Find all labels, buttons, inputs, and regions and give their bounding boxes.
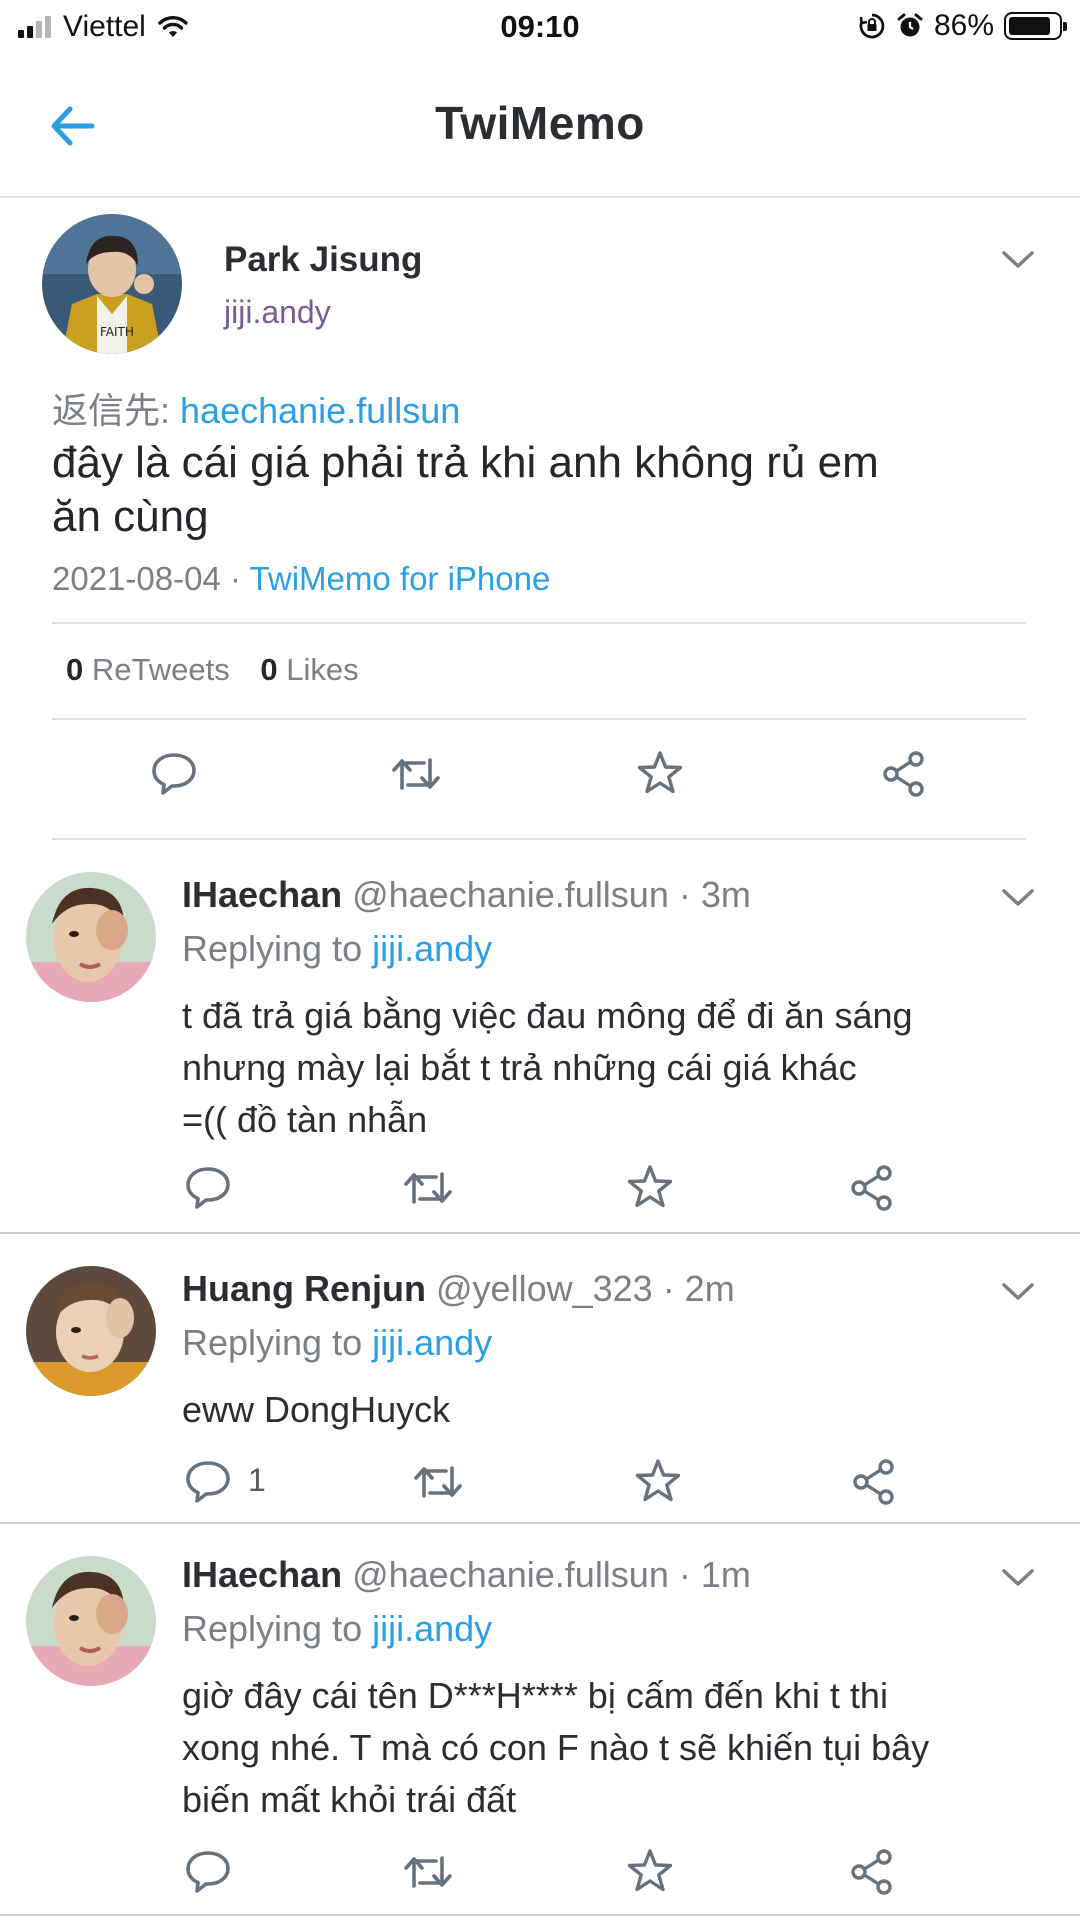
author-handle[interactable]: @haechanie.fullsun [352,874,669,915]
star-icon[interactable] [622,1160,678,1216]
replying-label: Replying to [182,1608,363,1649]
reply-text-line: biến mất khỏi trái đất [182,1779,517,1820]
navigation-bar: TwiMemo [0,56,1080,198]
divider [0,1232,1080,1234]
retweets-count: 0 [66,652,84,687]
author-name[interactable]: IHaechan [182,1554,342,1595]
replying-label: Replying to [182,1322,363,1363]
reply-icon[interactable] [180,1454,236,1510]
reply-text-line: =(( đồ tàn nhẫn [182,1099,428,1140]
reply-icon[interactable] [180,1844,236,1900]
divider [52,838,1026,840]
share-icon[interactable] [846,1454,902,1510]
timestamp: · 3m [678,874,751,915]
star-icon[interactable] [630,1454,686,1510]
retweets-label[interactable]: ReTweets [92,652,230,687]
reply-text-line: t đã trả giá bằng việc đau mông để đi ăn… [182,995,913,1036]
tweet-actions [0,746,1080,810]
reply-target-link[interactable]: haechanie.fullsun [180,390,460,431]
divider [52,718,1026,720]
avatar[interactable] [26,1556,156,1686]
reply-text-line: giờ đây cái tên D***H**** bị cấm đến khi… [182,1675,888,1716]
replying-to-link[interactable]: jiji.andy [372,1322,492,1363]
client-link[interactable]: TwiMemo for iPhone [250,560,551,597]
retweet-icon[interactable] [410,1454,466,1510]
reply-actions [0,1844,1080,1900]
avatar[interactable] [26,1266,156,1396]
chevron-down-icon[interactable] [1000,886,1036,910]
timestamp: · 2m [662,1268,735,1309]
divider [0,1522,1080,1524]
share-icon[interactable] [876,746,932,802]
share-icon[interactable] [844,1844,900,1900]
avatar[interactable] [26,872,156,1002]
reply-count: 1 [248,1462,266,1498]
tweet-text: đây là cái giá phải trả khi anh không rủ… [52,436,1032,544]
reply-icon[interactable] [146,746,202,802]
chevron-down-icon[interactable] [1000,1566,1036,1590]
reply-text: giờ đây cái tên D***H**** bị cấm đến khi… [182,1670,1042,1826]
page-title: TwiMemo [435,97,645,149]
retweet-icon[interactable] [400,1844,456,1900]
replying-to-link[interactable]: jiji.andy [372,928,492,969]
star-icon[interactable] [622,1844,678,1900]
rotation-lock-icon [859,13,885,39]
reply-text-line: eww DongHuyck [182,1389,451,1430]
status-bar: Viettel 09:10 86% [0,0,1080,56]
author-name[interactable]: Park Jisung [224,240,422,280]
reply-icon[interactable] [180,1160,236,1216]
chevron-down-icon[interactable] [1000,1280,1036,1304]
divider [52,622,1026,624]
tweet-text-line: ăn cùng [52,492,209,541]
battery-percentage: 86% [933,9,994,42]
tweet-stats: 0 ReTweets 0 Likes [66,652,359,688]
reply-actions: 1 [0,1454,1080,1510]
replying-label: Replying to [182,928,363,969]
reply-actions [0,1160,1080,1216]
reply-header: IHaechan @haechanie.fullsun · 1m [182,1554,751,1596]
divider [0,1914,1080,1916]
replying-to-link[interactable]: jiji.andy [372,1608,492,1649]
reply-target-line: 返信先: haechanie.fullsun [52,382,460,434]
likes-count: 0 [260,652,278,687]
likes-label[interactable]: Likes [286,652,358,687]
tweet-meta: 2021-08-04 · TwiMemo for iPhone [52,560,550,598]
author-name[interactable]: IHaechan [182,874,342,915]
reply-prefix: 返信先: [52,390,171,431]
reply-header: IHaechan @haechanie.fullsun · 3m [182,874,751,916]
meta-separator: · [220,560,250,597]
retweet-icon[interactable] [388,746,444,802]
author-name[interactable]: Huang Renjun [182,1268,426,1309]
author-handle[interactable]: @haechanie.fullsun [352,1554,669,1595]
battery-icon [1004,12,1067,40]
chevron-down-icon[interactable] [1000,248,1036,272]
replying-to-line: Replying to jiji.andy [182,1608,492,1650]
reply-text-line: xong nhé. T mà có con F nào t sẽ khiến t… [182,1727,930,1768]
retweet-icon[interactable] [400,1160,456,1216]
reply-header: Huang Renjun @yellow_323 · 2m [182,1268,735,1310]
tweet-date: 2021-08-04 [52,560,221,597]
replying-to-line: Replying to jiji.andy [182,928,492,970]
reply-text: t đã trả giá bằng việc đau mông để đi ăn… [182,990,1042,1146]
tweet-text-line: đây là cái giá phải trả khi anh không rủ… [52,438,879,487]
alarm-icon [897,13,923,37]
author-handle[interactable]: @yellow_323 [436,1268,653,1309]
star-icon[interactable] [632,746,688,802]
timestamp: · 1m [678,1554,751,1595]
author-handle[interactable]: jiji.andy [224,294,331,331]
replying-to-line: Replying to jiji.andy [182,1322,492,1364]
avatar[interactable]: FAITH [42,214,182,354]
svg-text:FAITH: FAITH [100,325,134,339]
reply-text: eww DongHuyck [182,1384,1042,1436]
share-icon[interactable] [844,1160,900,1216]
reply-text-line: nhưng mày lại bắt t trả những cái giá kh… [182,1047,857,1088]
